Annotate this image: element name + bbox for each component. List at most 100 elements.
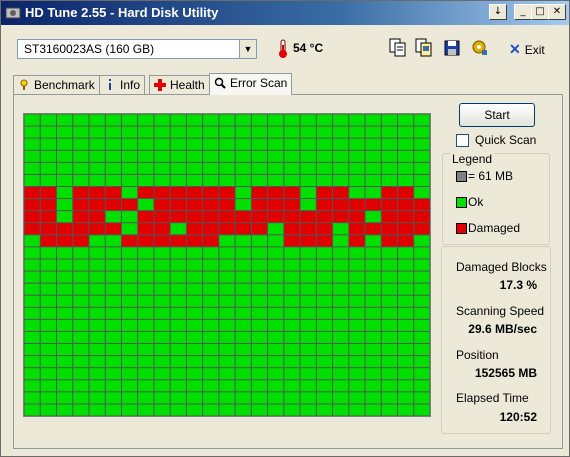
scan-block (219, 331, 235, 344)
scan-block (235, 247, 251, 259)
scan-block (203, 199, 219, 211)
scan-block (138, 223, 154, 235)
scan-block (300, 319, 316, 331)
scan-block (186, 368, 203, 380)
scan-block (73, 174, 89, 186)
scan-block (349, 150, 365, 162)
scan-block (300, 126, 316, 138)
scan-block (398, 259, 414, 271)
scan-block (154, 283, 170, 295)
scan-block (56, 247, 73, 259)
scan-block (349, 223, 365, 235)
scan-block (40, 138, 56, 150)
scan-block (138, 126, 154, 138)
scan-block (40, 199, 56, 211)
start-button[interactable]: Start (459, 103, 535, 127)
scan-block (300, 344, 316, 356)
options-icon[interactable] (471, 38, 489, 58)
legend-label-ok: Ok (468, 195, 484, 209)
scan-block (333, 307, 349, 319)
scan-block (316, 235, 333, 247)
scan-block (365, 295, 381, 307)
copy-text-icon[interactable] (389, 38, 407, 58)
scan-block (24, 247, 40, 259)
scan-block (203, 404, 219, 416)
scan-block (89, 235, 105, 247)
chevron-down-icon[interactable]: ▼ (239, 40, 256, 58)
scan-block (186, 199, 203, 211)
scan-block (105, 368, 121, 380)
scan-block (268, 380, 284, 392)
scan-block (284, 319, 300, 331)
title-bar[interactable]: HD Tune 2.55 - Hard Disk Utility ↓ _ □ ✕ (1, 1, 569, 25)
tab-error-scan[interactable]: Error Scan (209, 73, 293, 95)
scan-block (398, 186, 414, 199)
scan-block (235, 356, 251, 368)
scan-block (235, 162, 251, 174)
scan-block (381, 259, 398, 271)
minimize-button[interactable]: _ (514, 4, 532, 20)
scan-block (235, 295, 251, 307)
scan-block (219, 174, 235, 186)
scan-block (316, 150, 333, 162)
scan-block (251, 295, 268, 307)
scan-block (414, 211, 430, 223)
drive-dropdown[interactable]: ST3160023AS (160 GB) ▼ (17, 39, 257, 59)
scan-block (203, 162, 219, 174)
scan-block (56, 307, 73, 319)
scan-block (40, 368, 56, 380)
scan-block (365, 380, 381, 392)
scan-block (105, 199, 121, 211)
scan-block (268, 174, 284, 186)
scan-block (170, 295, 186, 307)
help-button[interactable]: ↓ (489, 4, 507, 20)
scan-block (381, 331, 398, 344)
thermometer-icon (279, 39, 287, 58)
scan-block (414, 235, 430, 247)
scan-block (89, 392, 105, 404)
maximize-button[interactable]: □ (531, 4, 549, 20)
scan-block (186, 138, 203, 150)
scan-block (121, 356, 138, 368)
copy-screenshot-icon[interactable] (415, 38, 433, 58)
scan-block (235, 307, 251, 319)
scan-block (105, 271, 121, 283)
scan-block (138, 138, 154, 150)
scan-block (284, 283, 300, 295)
tab-benchmark[interactable]: Benchmark (13, 75, 100, 94)
scan-block (56, 295, 73, 307)
scan-block (24, 271, 40, 283)
scan-block (203, 259, 219, 271)
scan-block (73, 126, 89, 138)
scan-block (24, 114, 40, 126)
close-button[interactable]: ✕ (548, 4, 566, 20)
scan-block (154, 162, 170, 174)
scan-block (398, 271, 414, 283)
scan-block (284, 186, 300, 199)
scan-block (333, 368, 349, 380)
exit-button[interactable]: ✕ Exit (509, 41, 545, 58)
scan-block (105, 307, 121, 319)
scan-block (414, 295, 430, 307)
save-icon[interactable] (443, 38, 461, 58)
scan-block (24, 319, 40, 331)
legend-label-block: = 61 MB (468, 169, 514, 183)
scan-block (186, 186, 203, 199)
scan-block (251, 247, 268, 259)
scan-block (268, 223, 284, 235)
scan-block (414, 126, 430, 138)
scan-block (154, 356, 170, 368)
scan-block (414, 199, 430, 211)
scan-block (333, 331, 349, 344)
scan-block (89, 307, 105, 319)
scan-block (349, 319, 365, 331)
error-scan-icon (214, 77, 226, 89)
tab-info[interactable]: Info (99, 75, 146, 94)
scan-block (251, 356, 268, 368)
scan-block (300, 138, 316, 150)
scan-block (219, 247, 235, 259)
checkbox-icon[interactable] (456, 134, 469, 147)
scan-block (316, 271, 333, 283)
tab-health[interactable]: Health (149, 75, 210, 94)
scan-block (251, 199, 268, 211)
